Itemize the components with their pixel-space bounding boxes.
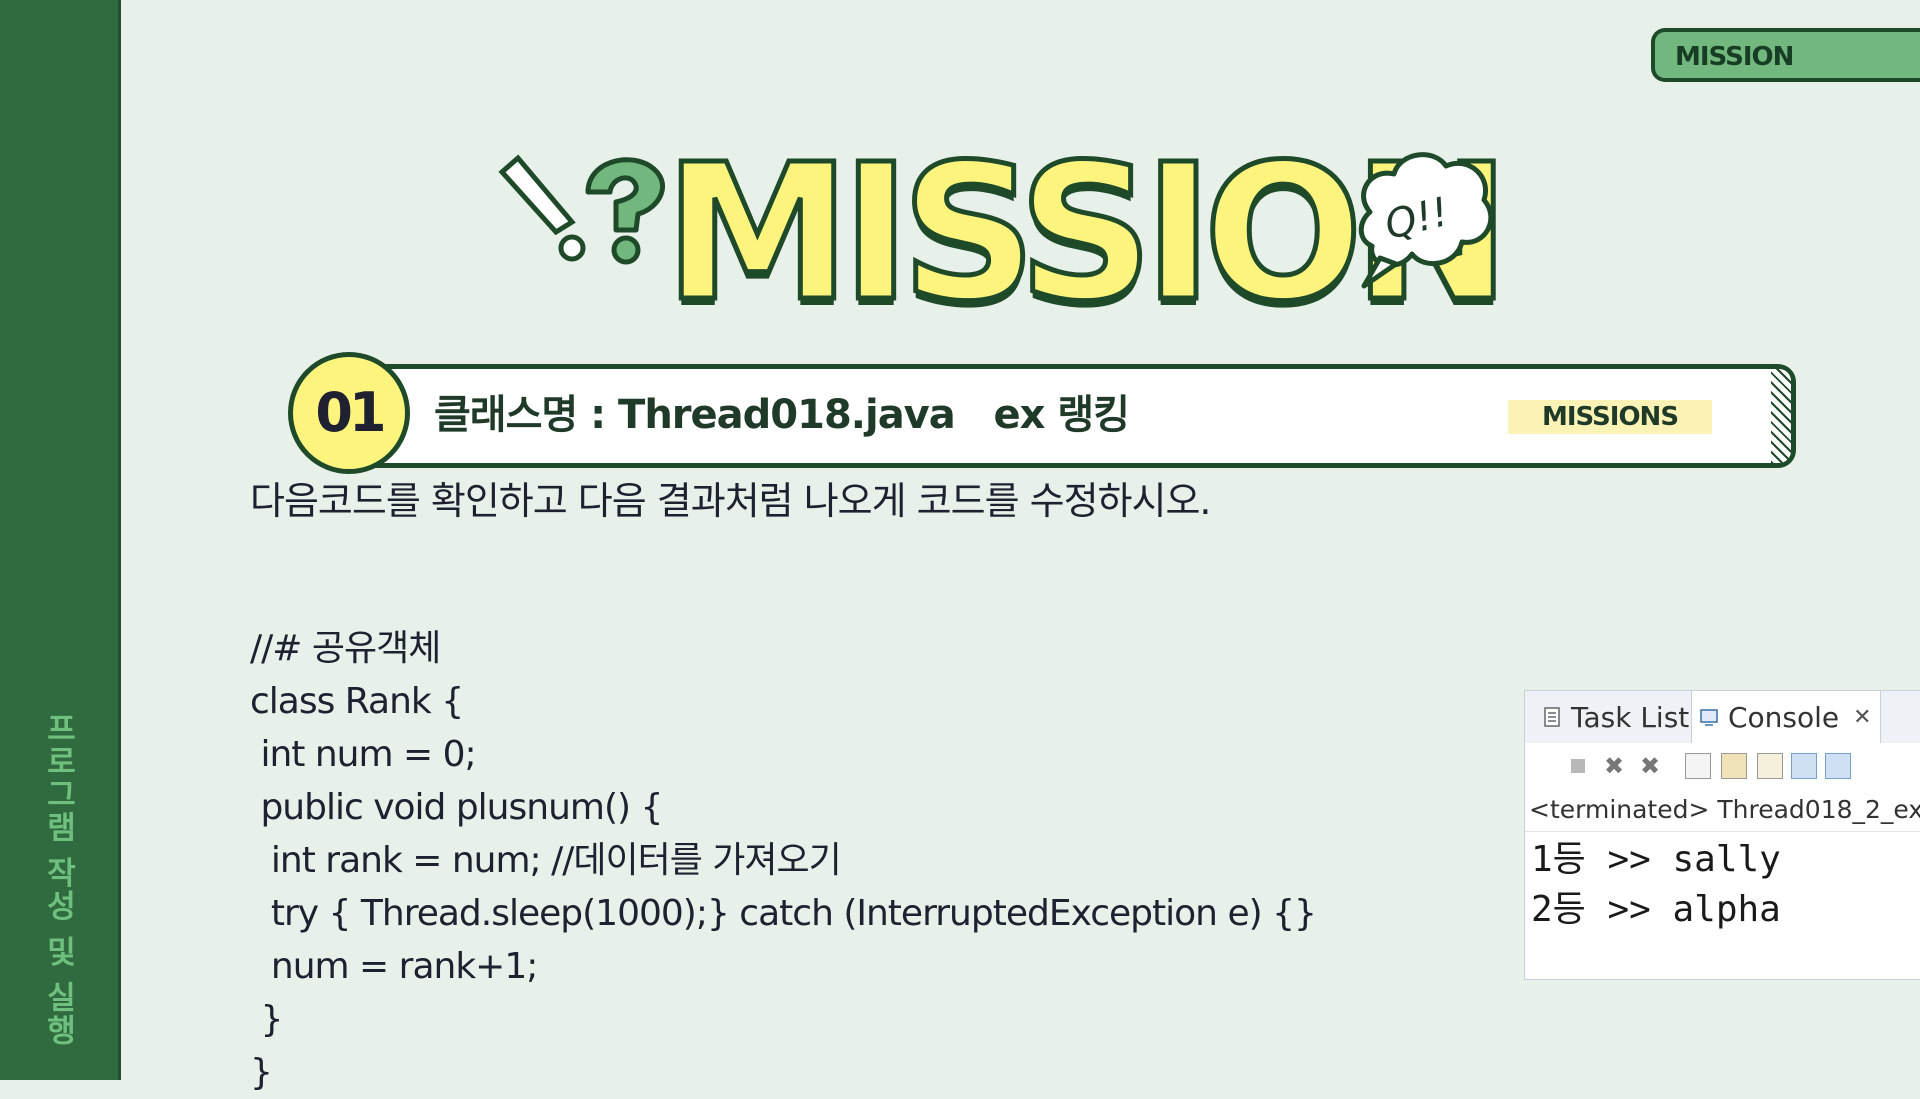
console-toolbar: ✖ ✖	[1525, 743, 1920, 789]
code-line: }	[250, 1052, 273, 1093]
tab-console[interactable]: Console ✕	[1691, 691, 1881, 743]
display-console-icon[interactable]	[1791, 753, 1817, 779]
console-icon	[1700, 709, 1718, 726]
tab-task-list[interactable]: Task List	[1535, 691, 1697, 743]
code-line: //# 공유객체	[250, 628, 441, 669]
task-list-icon	[1544, 707, 1560, 727]
code-line: }	[250, 999, 283, 1040]
close-icon[interactable]: ✕	[1853, 705, 1871, 730]
stop-icon[interactable]	[1565, 753, 1591, 779]
exclamation-icon	[498, 154, 586, 262]
question-icon	[585, 157, 665, 265]
code-line: class Rank {	[250, 681, 464, 722]
code-line: public void plusnum() {	[250, 787, 663, 828]
code-block: //# 공유객체 class Rank { int num = 0; public…	[250, 622, 1317, 1099]
remove-launch-icon[interactable]: ✖	[1601, 753, 1627, 779]
scroll-lock-icon[interactable]	[1721, 753, 1747, 779]
console-status: <terminated> Thread018_2_ex_	[1525, 789, 1920, 832]
mission-banner: MISSION Q!!	[490, 122, 1513, 346]
step-title: 클래스명 : Thread018.java ex 랭킹	[434, 392, 1130, 438]
mission-tag: MISSION	[1651, 28, 1920, 82]
console-tab-bar: Task List Console ✕	[1525, 691, 1920, 744]
step-header-hatch	[1771, 369, 1791, 463]
sidebar: 프로그램 작성 및 실행	[0, 0, 121, 1080]
step-number-badge: 01	[288, 352, 410, 474]
code-line: int rank = num; //데이터를 가져오기	[250, 840, 842, 881]
instruction-text: 다음코드를 확인하고 다음 결과처럼 나오게 코드를 수정하시오.	[250, 479, 1212, 523]
clear-console-icon[interactable]	[1685, 753, 1711, 779]
mission-tag-label: MISSION	[1675, 42, 1794, 72]
word-wrap-icon[interactable]	[1757, 753, 1783, 779]
tab-console-label: Console	[1728, 700, 1840, 734]
pin-console-icon[interactable]	[1825, 753, 1851, 779]
code-line: int num = 0;	[250, 734, 476, 775]
code-line: num = rank+1;	[250, 946, 538, 987]
console-panel: Task List Console ✕ ✖ ✖ <terminated> Thr…	[1524, 690, 1920, 980]
remove-all-icon[interactable]: ✖	[1637, 753, 1663, 779]
sidebar-label: 프로그램 작성 및 실행	[40, 712, 76, 1048]
code-line: try { Thread.sleep(1000);} catch (Interr…	[250, 893, 1317, 934]
console-output: 1등 >> sally 2등 >> alpha	[1531, 835, 1781, 935]
step-tag: MISSIONS	[1508, 400, 1712, 434]
console-output-line: 2등 >> alpha	[1531, 889, 1781, 930]
console-output-line: 1등 >> sally	[1531, 839, 1781, 880]
tab-task-list-label: Task List	[1571, 700, 1690, 734]
